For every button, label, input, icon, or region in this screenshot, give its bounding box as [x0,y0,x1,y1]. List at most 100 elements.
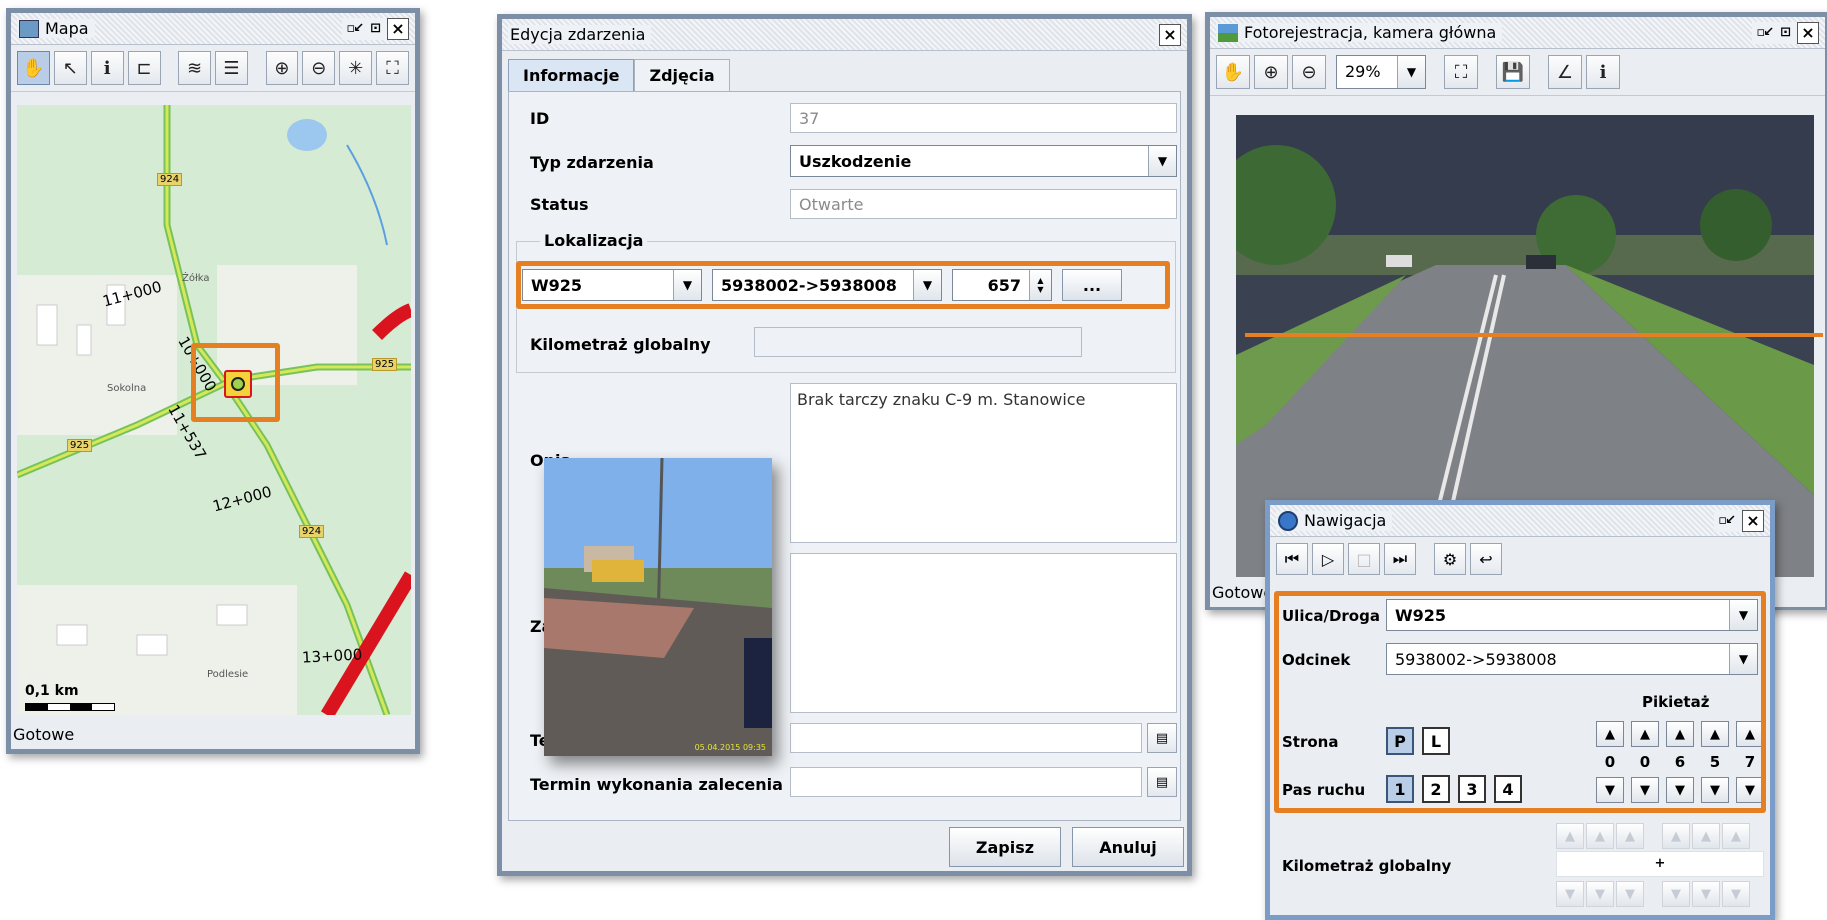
camera-titlebar[interactable]: Fotorejestracja, kamera główna ▫↙ ⊡ × [1210,17,1825,49]
maximize-icon[interactable]: ⊡ [1780,25,1791,40]
id-label: ID [530,109,550,128]
map-titlebar[interactable]: Mapa ▫↙ ⊡ × [11,13,415,45]
ruler-icon[interactable]: ⊏ [127,51,161,85]
map-title: Mapa [45,19,89,38]
road-label: 925 [372,358,398,371]
chevron-down-icon[interactable]: ▼ [1397,56,1425,88]
km-label: Kilometraż globalny [530,335,711,354]
opis-textarea[interactable]: Brak tarczy znaku C-9 m. Stanowice [790,383,1177,543]
chevron-down-icon[interactable]: ▼ [1148,146,1176,176]
cancel-button[interactable]: Anuluj [1072,827,1184,867]
minimize-icon[interactable]: ▫↙ [346,21,364,36]
calendar-icon[interactable]: ▤ [1147,723,1177,753]
km-field [754,327,1082,357]
save-image-icon[interactable]: 💾 [1496,55,1530,89]
minimize-icon[interactable]: ▫↙ [1756,25,1774,40]
full-extent-icon[interactable]: ✳ [339,51,373,85]
type-select[interactable]: Uszkodzenie ▼ [790,145,1177,177]
nav-toolbar: ⏮ ▷ □ ⏭ ⚙ ↩ [1270,537,1770,581]
km-down-icon: ▼ [1556,881,1584,907]
place-label: Żółka [182,273,210,284]
close-icon[interactable]: × [1797,21,1819,44]
photo-thumbnail[interactable]: 05.04.2015 09:35 [544,458,772,756]
km-digits-row: + [1556,851,1764,877]
zoom-select[interactable]: 29% ▼ [1336,55,1426,89]
info-icon[interactable]: i [90,51,124,85]
km-up-icon: ▲ [1616,823,1644,849]
map-icon [19,19,39,38]
km-up-icon: ▲ [1556,823,1584,849]
edit-titlebar[interactable]: Edycja zdarzenia × [502,19,1187,51]
nav-window: Nawigacja ▫↙ × ⏮ ▷ □ ⏭ ⚙ ↩ Ulica/Droga W… [1265,500,1775,920]
photo-timestamp: 05.04.2015 09:35 [694,743,766,752]
pointer-icon[interactable]: ↖ [53,51,87,85]
close-icon[interactable]: × [1159,23,1181,46]
hand-icon[interactable]: ✋ [17,51,50,85]
km-up-icon: ▲ [1722,823,1750,849]
stop-icon[interactable]: □ [1348,543,1380,575]
termin-field[interactable] [790,723,1142,753]
tab-informacje[interactable]: Informacje [508,59,635,91]
km-up-icon: ▲ [1586,823,1614,849]
return-icon[interactable]: ↩ [1470,543,1502,575]
termin-wyk-field[interactable] [790,767,1142,797]
save-button[interactable]: Zapisz [949,827,1061,867]
km-up-row: ▲ ▲ ▲ ▲ ▲ ▲ [1556,823,1750,849]
termin-wyk-label: Termin wykonania zalecenia [530,775,783,794]
zoom-box-icon[interactable]: ⛶ [376,51,410,85]
lokalizacja-label: Lokalizacja [540,231,648,250]
map-toolbar: ✋ ↖ i ⊏ ≋ ☰ ⊕ ⊖ ✳ ⛶ [11,45,415,92]
info-icon[interactable]: i [1586,55,1620,89]
km-up-icon: ▲ [1692,823,1720,849]
km-down-icon: ▼ [1722,881,1750,907]
calendar-icon[interactable]: ▤ [1147,767,1177,797]
km-down-icon: ▼ [1616,881,1644,907]
edit-tabs: Informacje Zdjęcia [508,59,730,91]
zoom-in-icon[interactable]: ⊕ [1254,55,1288,89]
first-icon[interactable]: ⏮ [1276,543,1308,575]
zoom-value: 29% [1345,62,1381,81]
map-status: Gotowe [11,719,415,749]
fit-icon[interactable]: ⛶ [1444,55,1478,89]
km-down-icon: ▼ [1662,881,1690,907]
zoom-out-icon[interactable]: ⊖ [302,51,336,85]
id-field: 37 [790,103,1177,133]
road-label: 924 [299,525,325,538]
zoom-in-icon[interactable]: ⊕ [265,51,299,85]
photo-svg [544,458,772,756]
nav-titlebar[interactable]: Nawigacja ▫↙ × [1270,505,1770,537]
play-icon[interactable]: ▷ [1312,543,1344,575]
close-icon[interactable]: × [1742,509,1764,532]
nav-title: Nawigacja [1304,511,1387,530]
compass-icon [1278,510,1298,531]
type-label: Typ zdarzenia [530,153,654,172]
last-icon[interactable]: ⏭ [1384,543,1416,575]
type-value: Uszkodzenie [799,152,912,171]
scale-label: 0,1 km [25,683,79,699]
nav-highlight [1274,591,1766,813]
marker-highlight [191,343,280,422]
place-label: Podlesie [207,669,249,680]
legend-icon[interactable]: ☰ [215,51,248,85]
road-label: 924 [157,173,183,186]
location-highlight [516,261,1170,309]
settings-icon[interactable]: ⚙ [1434,543,1466,575]
maximize-icon[interactable]: ⊡ [370,21,381,36]
minimize-icon[interactable]: ▫↙ [1718,513,1736,528]
status-label: Status [530,195,589,214]
camera-toolbar: ✋ ⊕ ⊖ 29% ▼ ⛶ 💾 ∠ i [1210,49,1825,96]
measure-icon[interactable]: ∠ [1548,55,1582,89]
road-label: 925 [67,439,93,452]
map-window: Mapa ▫↙ ⊡ × ✋ ↖ i ⊏ ≋ ☰ ⊕ ⊖ ✳ ⛶ 924 924 … [6,8,420,754]
zalecenie-textarea[interactable] [790,553,1177,713]
km-down-icon: ▼ [1586,881,1614,907]
tab-zdjecia[interactable]: Zdjęcia [634,59,730,91]
layers-icon[interactable]: ≋ [178,51,212,85]
close-icon[interactable]: × [387,17,409,40]
hand-icon[interactable]: ✋ [1216,55,1250,89]
km-down-row: ▼ ▼ ▼ ▼ ▼ ▼ [1556,881,1750,907]
zoom-out-icon[interactable]: ⊖ [1292,55,1326,89]
nav-km-label: Kilometraż globalny [1282,857,1452,875]
km-down-icon: ▼ [1692,881,1720,907]
km-plus: + [1654,856,1666,871]
